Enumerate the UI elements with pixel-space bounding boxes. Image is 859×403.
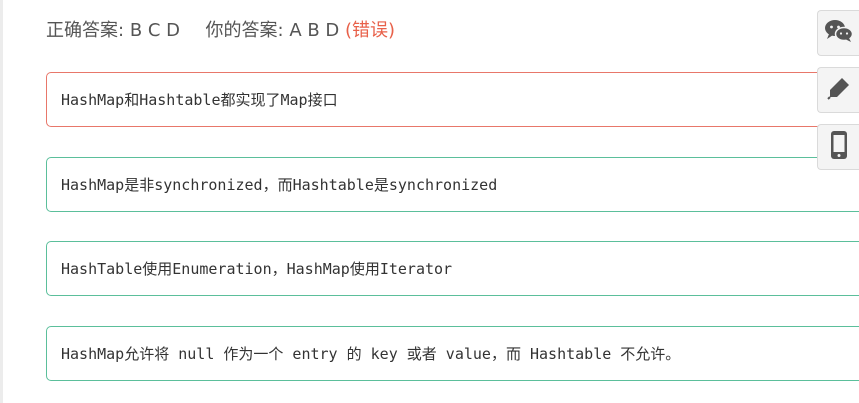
wechat-icon — [824, 18, 854, 48]
correct-answer-value: B C D — [129, 20, 181, 41]
page-left-edge — [0, 0, 3, 403]
option-c-text: HashTable使用Enumeration，HashMap使用Iterator — [61, 260, 453, 278]
your-answer-label: 你的答案: — [205, 20, 284, 41]
wechat-share-button[interactable] — [817, 10, 859, 56]
answer-summary: 正确答案: B C D 你的答案: A B D (错误) — [46, 17, 395, 45]
mobile-view-button[interactable] — [817, 124, 859, 170]
option-b[interactable]: HashMap是非synchronized，而Hashtable是synchro… — [46, 157, 859, 212]
option-a[interactable]: HashMap和Hashtable都实现了Map接口 — [46, 72, 859, 127]
result-status: (错误) — [345, 20, 396, 41]
option-d-text: HashMap允许将 null 作为一个 entry 的 key 或者 valu… — [61, 345, 681, 363]
edit-button[interactable] — [817, 67, 859, 113]
your-answer-value: A B D — [289, 20, 340, 41]
mobile-icon — [829, 130, 849, 164]
edit-icon — [826, 75, 852, 105]
option-a-text: HashMap和Hashtable都实现了Map接口 — [61, 91, 338, 109]
option-b-text: HashMap是非synchronized，而Hashtable是synchro… — [61, 176, 498, 194]
correct-answer-label: 正确答案: — [46, 20, 125, 41]
option-d[interactable]: HashMap允许将 null 作为一个 entry 的 key 或者 valu… — [46, 326, 859, 381]
option-c[interactable]: HashTable使用Enumeration，HashMap使用Iterator — [46, 241, 859, 296]
